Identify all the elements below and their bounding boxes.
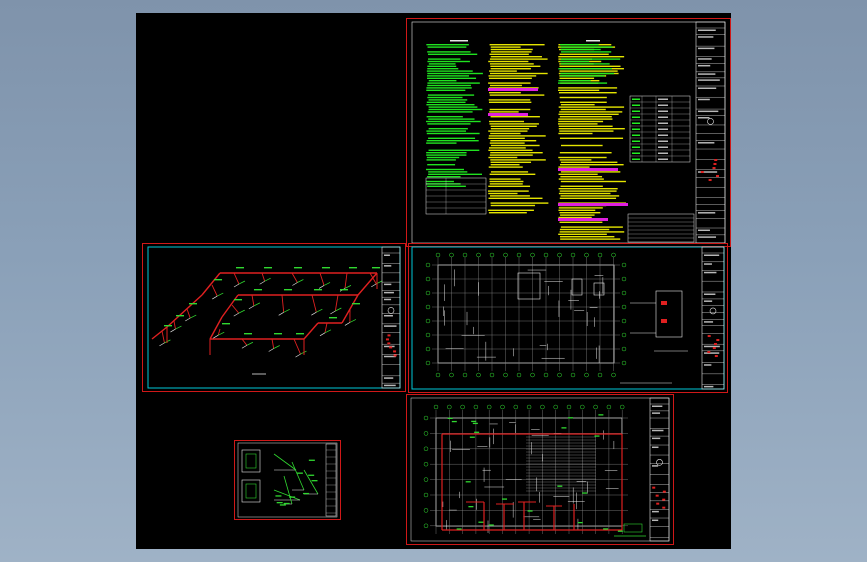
drawing-viewport[interactable] [136,13,731,549]
sheet-design-notes[interactable] [406,18,731,247]
sheet-floor-plan-upper[interactable] [408,243,728,393]
detail-drawing [234,440,341,520]
sheet-detail[interactable] [234,440,341,520]
notes-title-block [695,21,726,244]
detail-content [241,443,337,517]
floor-plan-lower-title-block [649,397,670,542]
notes-text-blocks [426,40,628,240]
floor-plan-upper-title-block [701,246,725,390]
isometric-pipes [151,267,383,358]
isometric-title-block [381,246,401,389]
floor-plan-upper-drawing [408,243,728,393]
floor-plan-lower-grid [423,404,628,534]
floor-plan-lower-pipes [441,414,646,537]
floor-plan-upper-grid [425,252,627,378]
floor-plan-upper-detail [620,290,688,384]
isometric-system-drawing [142,243,406,392]
sheet-isometric-system[interactable] [142,243,406,392]
design-notes-drawing [406,18,731,247]
sheet-floor-plan-lower[interactable] [406,394,674,545]
floor-plan-lower-drawing [406,394,674,545]
